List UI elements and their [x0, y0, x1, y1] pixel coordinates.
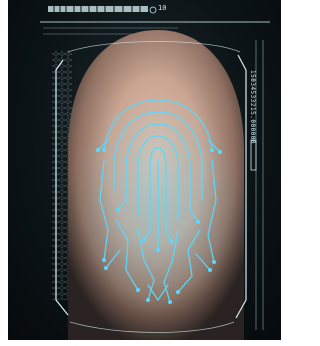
scan-illustration: [40, 6, 270, 340]
scan-id-text: 15034533215.000000: [249, 70, 256, 145]
barcode-strip: [48, 6, 157, 14]
scan-readout: 10: [158, 4, 167, 12]
scan-image: 10 15034533215.000000: [8, 0, 281, 340]
